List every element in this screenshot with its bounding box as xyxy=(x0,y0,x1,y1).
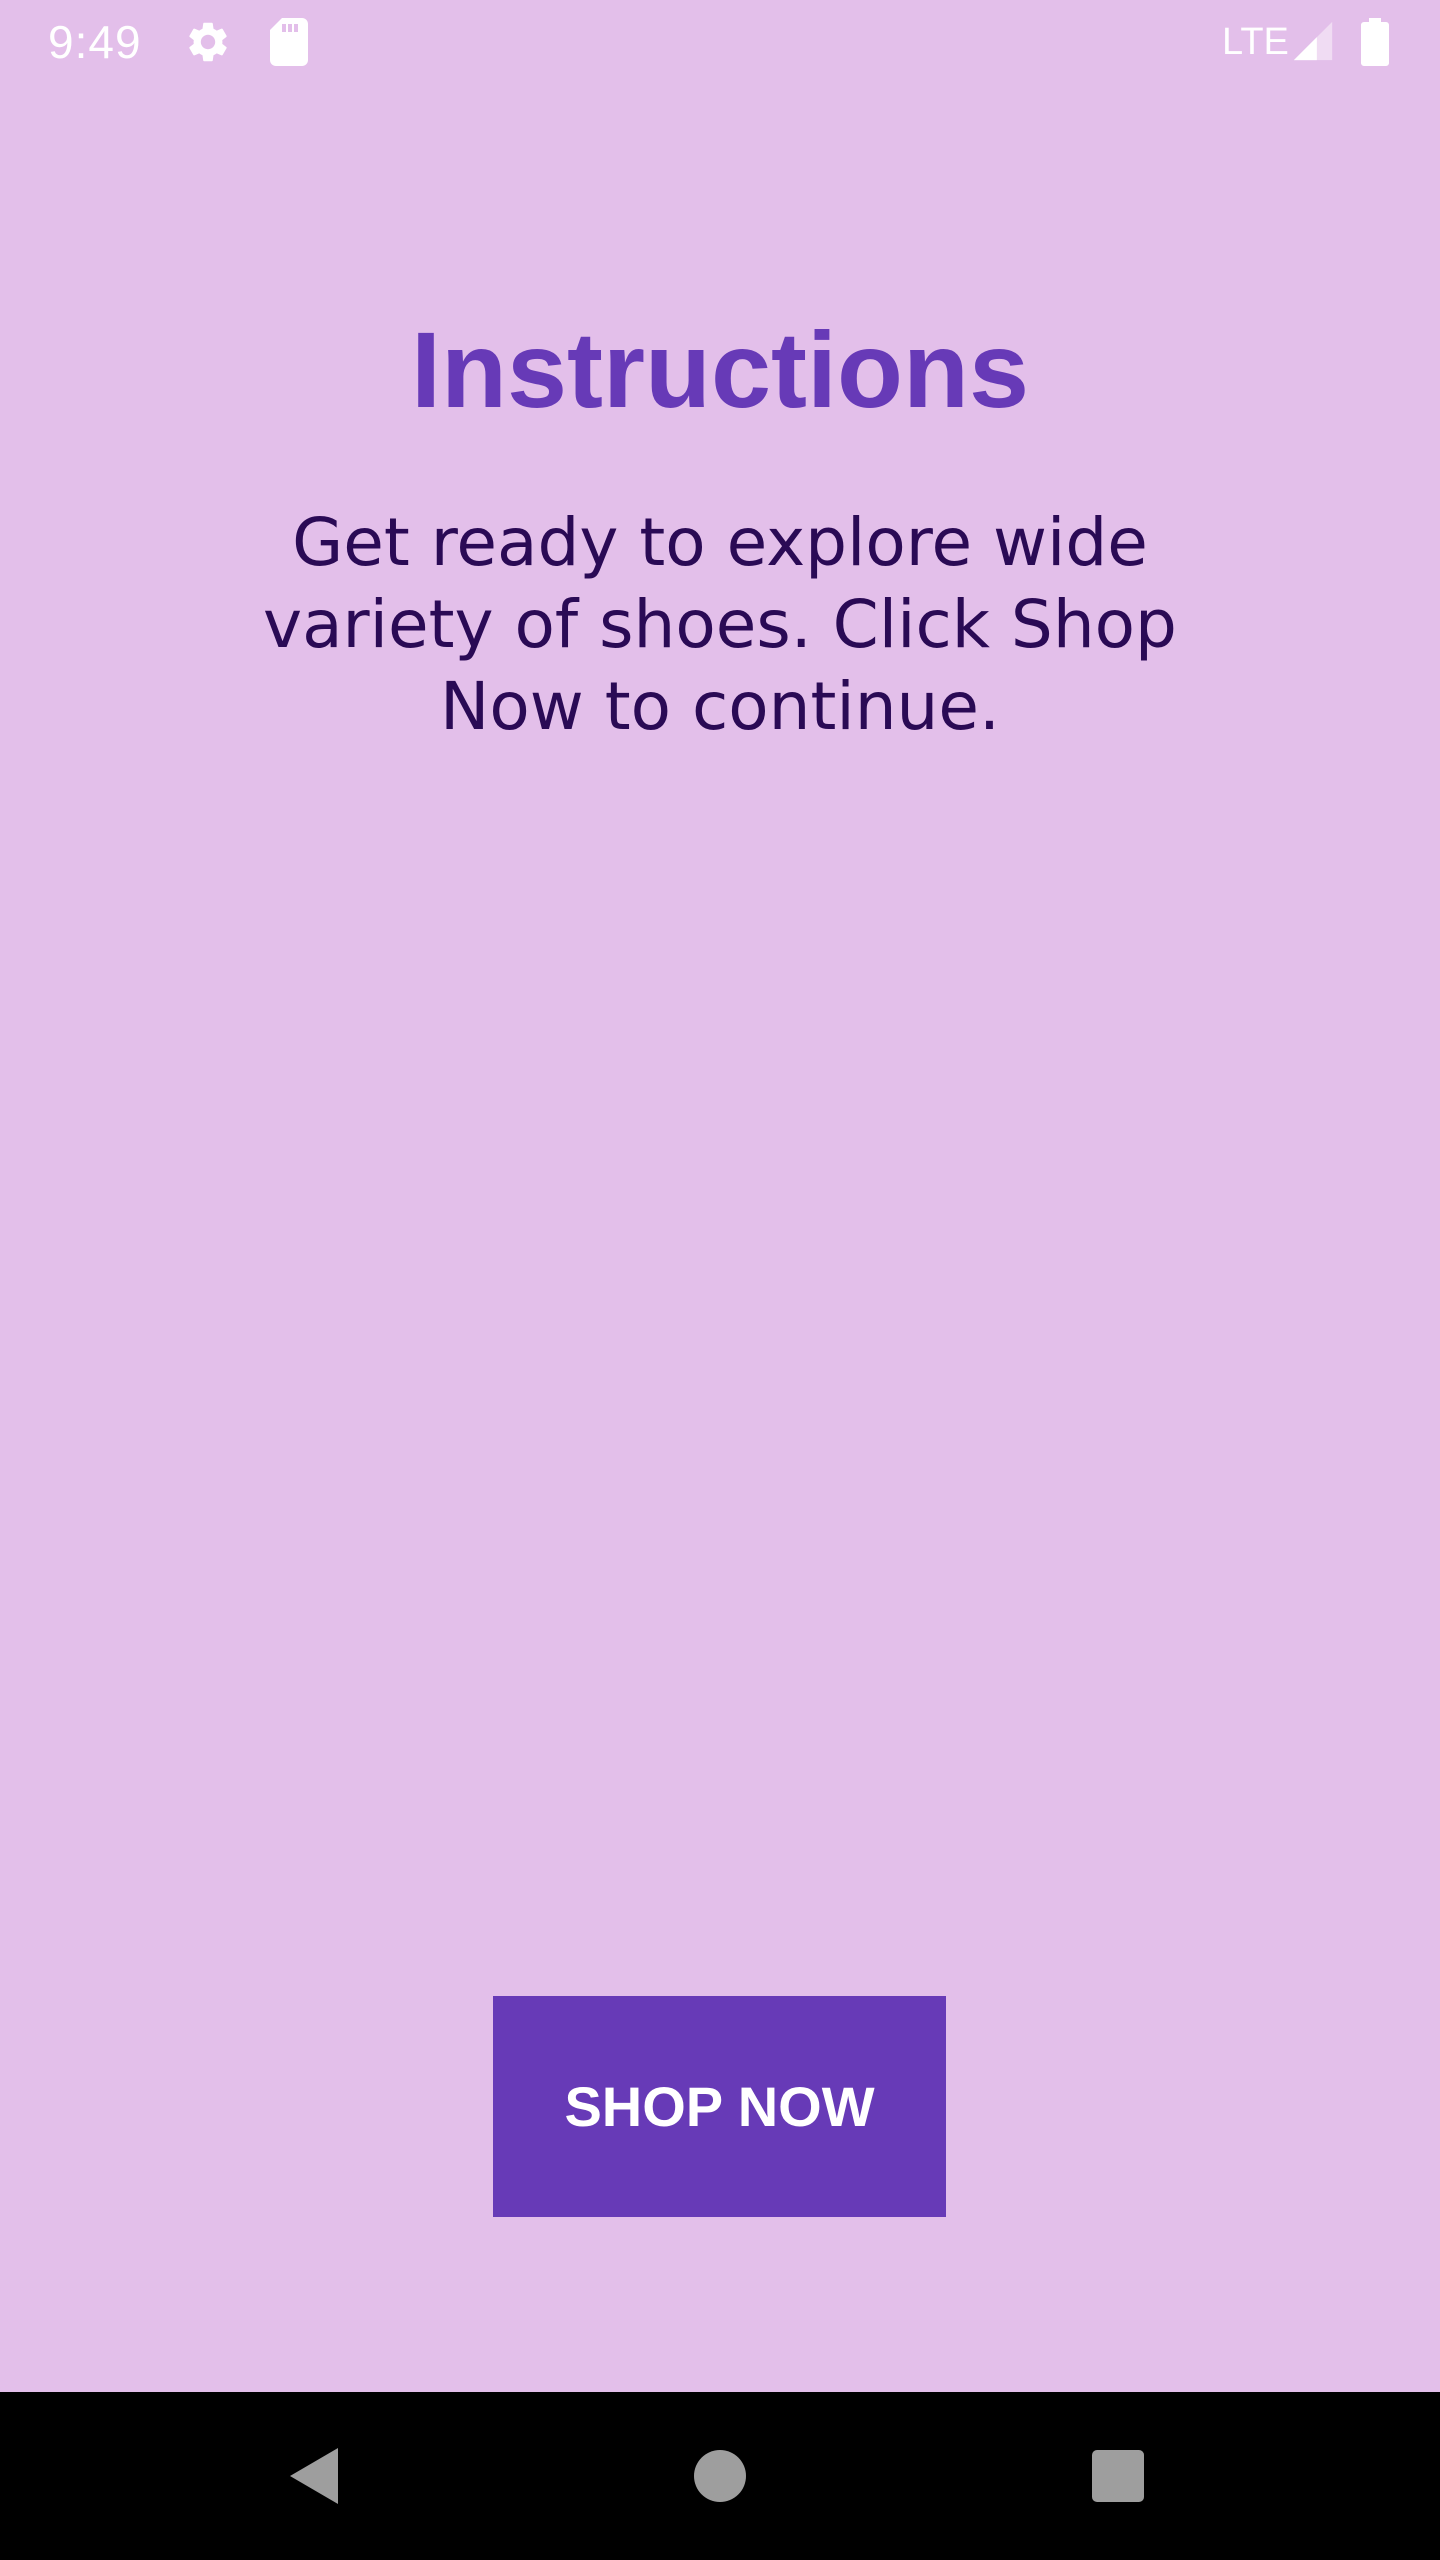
recents-icon[interactable] xyxy=(1078,2436,1158,2516)
battery-icon xyxy=(1361,18,1389,66)
signal-icon xyxy=(1293,21,1333,61)
instructions-text: Get ready to explore wide variety of sho… xyxy=(263,504,1177,745)
status-time: 9:49 xyxy=(48,16,142,68)
instructions-screen: 9:49 LTE Instructions Get ready to explo… xyxy=(0,0,1440,2560)
back-icon[interactable] xyxy=(276,2436,356,2516)
shop-now-button[interactable]: SHOP NOW xyxy=(493,1996,946,2217)
network-type-label: LTE xyxy=(1222,21,1289,63)
navigation-bar xyxy=(0,2392,1440,2560)
sd-card-icon xyxy=(270,18,308,66)
home-icon[interactable] xyxy=(680,2436,760,2516)
gear-icon xyxy=(189,22,227,62)
page-title: Instructions xyxy=(410,309,1030,430)
status-bar: 9:49 LTE xyxy=(0,0,1440,84)
